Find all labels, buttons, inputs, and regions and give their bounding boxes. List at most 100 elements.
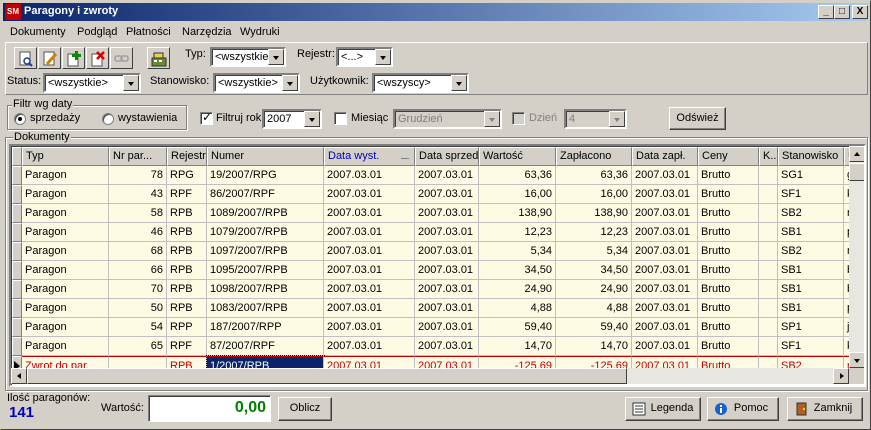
chevron-down-icon[interactable]: [268, 49, 284, 65]
scroll-thumb[interactable]: [849, 163, 864, 181]
table-cell[interactable]: RPB: [167, 280, 207, 299]
delete-button[interactable]: [86, 47, 109, 69]
table-cell[interactable]: Brutto: [698, 299, 759, 318]
table-cell[interactable]: [759, 318, 778, 337]
column-header[interactable]: Wartość: [479, 147, 556, 166]
vertical-scrollbar[interactable]: [849, 146, 864, 368]
table-cell[interactable]: SP1: [778, 318, 844, 337]
table-cell[interactable]: 1097/2007/RPB: [207, 242, 324, 261]
table-cell[interactable]: 2007.03.01: [324, 242, 415, 261]
edit-button[interactable]: [38, 47, 61, 69]
menu-platnosci[interactable]: Płatności: [126, 26, 171, 38]
table-cell[interactable]: Paragon: [22, 299, 109, 318]
chevron-down-icon[interactable]: [451, 75, 467, 91]
row-indicator[interactable]: [12, 242, 22, 261]
row-indicator[interactable]: [12, 299, 22, 318]
table-cell[interactable]: RPF: [167, 185, 207, 204]
table-cell[interactable]: RPB: [167, 242, 207, 261]
table-cell[interactable]: RPB: [167, 299, 207, 318]
miesiac-select[interactable]: Grudzień: [393, 109, 502, 129]
table-cell[interactable]: 34,50: [479, 261, 556, 280]
maximize-button[interactable]: □: [834, 5, 850, 19]
table-cell[interactable]: 2007.03.01: [324, 166, 415, 185]
table-cell[interactable]: 2007.03.01: [324, 204, 415, 223]
table-cell[interactable]: SG1: [778, 166, 844, 185]
table-cell[interactable]: Paragon: [22, 337, 109, 356]
horizontal-scrollbar[interactable]: [11, 368, 849, 384]
scroll-left-icon[interactable]: [11, 368, 27, 384]
row-indicator[interactable]: [12, 337, 22, 356]
table-cell[interactable]: 43: [109, 185, 167, 204]
table-cell[interactable]: 5,34: [479, 242, 556, 261]
add-button[interactable]: [62, 47, 85, 69]
table-cell[interactable]: SB1: [778, 223, 844, 242]
table-cell[interactable]: 2007.03.01: [632, 166, 698, 185]
status-select[interactable]: <wszystkie>: [43, 73, 141, 93]
table-cell[interactable]: 50: [109, 299, 167, 318]
table-cell[interactable]: 54: [109, 318, 167, 337]
odswiez-button[interactable]: Odśwież: [669, 107, 726, 130]
column-header[interactable]: Numer: [207, 147, 324, 166]
table-cell[interactable]: 2007.03.01: [632, 337, 698, 356]
row-indicator[interactable]: [12, 185, 22, 204]
rejestr-select[interactable]: <...>: [336, 47, 393, 67]
table-cell[interactable]: 14,70: [556, 337, 632, 356]
chevron-down-icon[interactable]: [609, 111, 625, 127]
chevron-down-icon[interactable]: [123, 75, 139, 91]
table-cell[interactable]: Paragon: [22, 223, 109, 242]
table-cell[interactable]: 4,88: [556, 299, 632, 318]
table-cell[interactable]: Brutto: [698, 223, 759, 242]
menu-wydruki[interactable]: Wydruki: [240, 26, 280, 38]
table-cell[interactable]: 87/2007/RPF: [207, 337, 324, 356]
row-indicator[interactable]: [12, 318, 22, 337]
table-cell[interactable]: 2007.03.01: [632, 185, 698, 204]
table-cell[interactable]: 78: [109, 166, 167, 185]
table-cell[interactable]: [759, 223, 778, 242]
column-header[interactable]: Rejestr: [167, 147, 207, 166]
table-cell[interactable]: [759, 185, 778, 204]
table-cell[interactable]: 65: [109, 337, 167, 356]
table-cell[interactable]: Brutto: [698, 204, 759, 223]
table-cell[interactable]: 138,90: [479, 204, 556, 223]
table-cell[interactable]: 5,34: [556, 242, 632, 261]
table-cell[interactable]: 2007.03.01: [415, 337, 479, 356]
uzytkownik-select[interactable]: <wszyscy>: [372, 73, 469, 93]
table-cell[interactable]: [759, 261, 778, 280]
table-cell[interactable]: 4,88: [479, 299, 556, 318]
table-cell[interactable]: RPP: [167, 318, 207, 337]
table-cell[interactable]: Paragon: [22, 318, 109, 337]
table-cell[interactable]: Paragon: [22, 280, 109, 299]
column-header[interactable]: Data sprzed.: [415, 147, 479, 166]
table-cell[interactable]: 2007.03.01: [324, 185, 415, 204]
rok-select[interactable]: 2007: [262, 109, 322, 129]
table-cell[interactable]: Brutto: [698, 166, 759, 185]
table-cell[interactable]: 2007.03.01: [632, 261, 698, 280]
chevron-down-icon[interactable]: [375, 49, 391, 65]
table-cell[interactable]: 2007.03.01: [415, 280, 479, 299]
table-cell[interactable]: 12,23: [479, 223, 556, 242]
menu-dokumenty[interactable]: Dokumenty: [10, 26, 66, 38]
table-cell[interactable]: [759, 280, 778, 299]
table-cell[interactable]: Paragon: [22, 242, 109, 261]
table-cell[interactable]: [759, 337, 778, 356]
row-indicator[interactable]: [12, 223, 22, 242]
table-cell[interactable]: 14,70: [479, 337, 556, 356]
table-cell[interactable]: 1098/2007/RPB: [207, 280, 324, 299]
scroll-right-icon[interactable]: [833, 368, 849, 384]
table-cell[interactable]: 187/2007/RPP: [207, 318, 324, 337]
table-cell[interactable]: 2007.03.01: [415, 299, 479, 318]
dzien-checkbox[interactable]: [512, 112, 525, 125]
table-cell[interactable]: 2007.03.01: [324, 280, 415, 299]
column-header[interactable]: K...: [759, 147, 778, 166]
table-cell[interactable]: 12,23: [556, 223, 632, 242]
table-cell[interactable]: 2007.03.01: [324, 223, 415, 242]
table-cell[interactable]: 2007.03.01: [415, 185, 479, 204]
table-cell[interactable]: 70: [109, 280, 167, 299]
table-cell[interactable]: [759, 299, 778, 318]
table-cell[interactable]: 2007.03.01: [415, 223, 479, 242]
radio-sprzedazy[interactable]: [14, 113, 26, 125]
chevron-down-icon[interactable]: [484, 111, 500, 127]
table-cell[interactable]: 2007.03.01: [632, 204, 698, 223]
row-indicator[interactable]: [12, 261, 22, 280]
table-cell[interactable]: 16,00: [556, 185, 632, 204]
